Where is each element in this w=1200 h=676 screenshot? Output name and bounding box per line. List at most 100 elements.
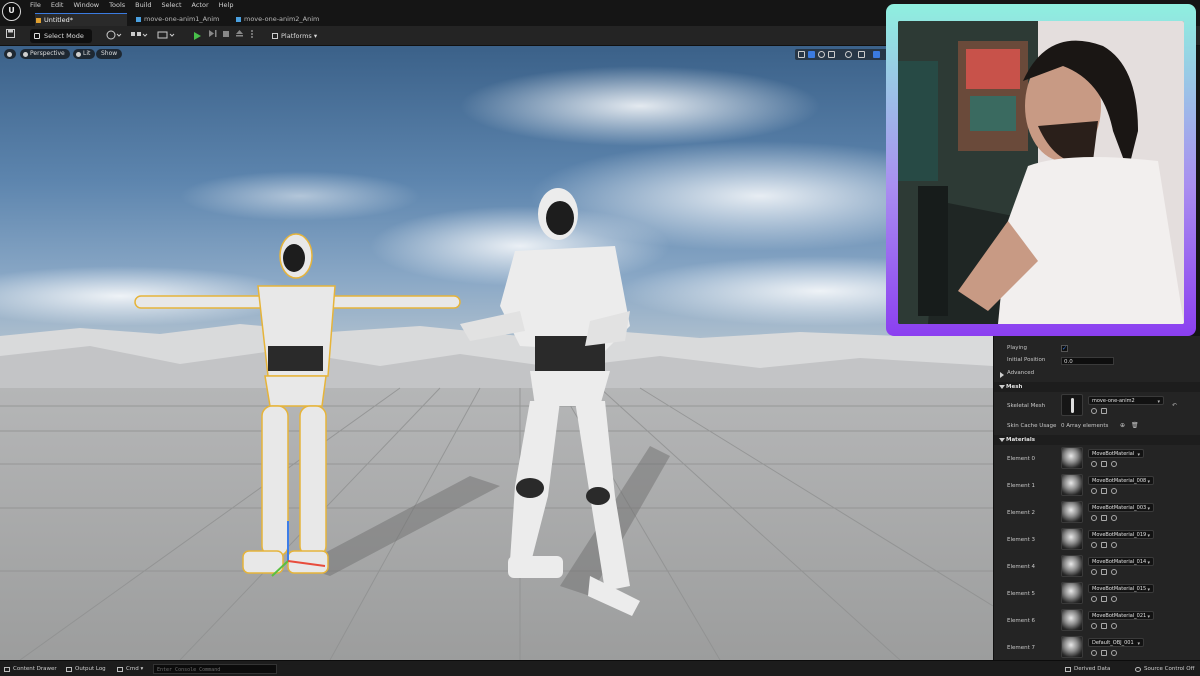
advanced-row[interactable]: Advanced [994, 370, 1200, 379]
viewport-menu-button[interactable] [4, 49, 16, 59]
play-button[interactable] [194, 32, 201, 40]
texture-icon[interactable] [1111, 461, 1117, 467]
stop-button[interactable] [222, 29, 230, 43]
browse-asset-icon[interactable] [1091, 461, 1097, 467]
output-log-button[interactable]: Output Log [66, 664, 106, 674]
menu-help[interactable]: Help [219, 1, 234, 9]
material-dropdown[interactable]: MoveBotMaterial_014 ▾ [1088, 557, 1154, 566]
trash-icon[interactable]: 🗑 [1131, 422, 1139, 429]
texture-icon[interactable] [1111, 596, 1117, 602]
save-icon[interactable] [6, 29, 16, 43]
show-button[interactable]: Show [96, 49, 123, 59]
texture-icon[interactable] [1111, 542, 1117, 548]
folder-icon[interactable] [1101, 569, 1107, 575]
tab-anim1[interactable]: move-one-anim1_Anim [135, 13, 227, 26]
materials-section-header[interactable]: Materials [994, 435, 1200, 445]
status-bar: Content Drawer Output Log Cmd ▾ Enter Co… [0, 660, 1200, 676]
material-thumbnail[interactable] [1061, 582, 1083, 604]
material-dropdown[interactable]: MoveBotMaterial_019 ▾ [1088, 530, 1154, 539]
browse-asset-icon[interactable] [1091, 596, 1097, 602]
playing-label: Playing [1007, 345, 1027, 351]
perspective-button[interactable]: Perspective [20, 49, 70, 59]
lit-button[interactable]: Lit [73, 49, 96, 59]
source-control-button[interactable]: Source Control Off [1135, 664, 1194, 674]
asset-actions [1091, 623, 1129, 630]
playing-checkbox[interactable]: ✓ [1061, 345, 1068, 352]
tab-anim2[interactable]: move-one-anim2_Anim [235, 13, 327, 26]
folder-icon[interactable] [1101, 542, 1107, 548]
select-tool-icon[interactable] [798, 51, 805, 58]
add-content-button[interactable] [106, 29, 124, 43]
menu-select[interactable]: Select [161, 1, 181, 9]
folder-icon[interactable] [1101, 408, 1107, 414]
translate-tool-icon[interactable] [808, 51, 815, 58]
material-thumbnail[interactable] [1061, 447, 1083, 469]
browse-asset-icon[interactable] [1091, 650, 1097, 656]
material-dropdown[interactable]: Default_OBJ_001 ▾ [1088, 638, 1144, 647]
menu-file[interactable]: File [30, 1, 41, 9]
browse-asset-icon[interactable] [1091, 408, 1097, 414]
folder-icon[interactable] [1101, 596, 1107, 602]
blueprint-button[interactable] [130, 29, 150, 43]
reset-icon[interactable]: ↶ [1172, 402, 1177, 409]
element-label: Element 6 [1007, 618, 1036, 624]
material-dropdown[interactable]: MoveBotMaterial_021 ▾ [1088, 611, 1154, 620]
grid-snap-icon[interactable] [873, 51, 880, 58]
menu-actor[interactable]: Actor [192, 1, 209, 9]
material-dropdown[interactable]: MoveBotMaterial_003 ▾ [1088, 503, 1154, 512]
material-thumbnail[interactable] [1061, 636, 1083, 658]
material-dropdown[interactable]: MoveBotMaterial_015 ▾ [1088, 584, 1154, 593]
skeletal-mesh-dropdown[interactable]: move-one-anim2 ▾ [1088, 396, 1164, 405]
initial-position-input[interactable]: 0.0 [1061, 357, 1114, 365]
browse-asset-icon[interactable] [1091, 623, 1097, 629]
more-options-icon[interactable] [250, 29, 254, 43]
mesh-section-header[interactable]: Mesh [994, 382, 1200, 392]
animation-icon [136, 17, 141, 22]
material-dropdown[interactable]: MoveBotMaterial ▾ [1088, 449, 1144, 458]
eject-button[interactable] [235, 29, 244, 43]
cinematics-button[interactable] [157, 29, 177, 43]
menu-build[interactable]: Build [135, 1, 151, 9]
cmd-dropdown[interactable]: Cmd ▾ [117, 664, 143, 674]
derived-data-button[interactable]: Derived Data [1065, 664, 1110, 674]
material-thumbnail[interactable] [1061, 609, 1083, 631]
texture-icon[interactable] [1111, 623, 1117, 629]
browse-asset-icon[interactable] [1091, 569, 1097, 575]
material-dropdown[interactable]: MoveBotMaterial_008 ▾ [1088, 476, 1154, 485]
step-button[interactable] [208, 29, 217, 43]
unreal-logo-icon[interactable]: U [2, 2, 21, 21]
folder-icon[interactable] [1101, 650, 1107, 656]
world-space-icon[interactable] [845, 51, 852, 58]
content-drawer-button[interactable]: Content Drawer [4, 664, 57, 674]
console-input[interactable]: Enter Console Command [153, 664, 277, 674]
texture-icon[interactable] [1111, 515, 1117, 521]
material-thumbnail[interactable] [1061, 528, 1083, 550]
browse-asset-icon[interactable] [1091, 515, 1097, 521]
texture-icon[interactable] [1111, 488, 1117, 494]
folder-icon[interactable] [1101, 461, 1107, 467]
menu-edit[interactable]: Edit [51, 1, 64, 9]
snap-surface-icon[interactable] [858, 51, 865, 58]
skeletal-mesh-thumbnail[interactable] [1061, 394, 1083, 416]
browse-asset-icon[interactable] [1091, 488, 1097, 494]
texture-icon[interactable] [1111, 569, 1117, 575]
menu-tools[interactable]: Tools [109, 1, 125, 9]
folder-icon[interactable] [1101, 623, 1107, 629]
rotate-tool-icon[interactable] [818, 51, 825, 58]
material-value: MoveBotMaterial_008 [1092, 478, 1147, 484]
menu-window[interactable]: Window [73, 1, 99, 9]
select-mode-dropdown[interactable]: Select Mode [30, 29, 92, 43]
level-viewport[interactable]: Perspective Lit Show [0, 46, 993, 660]
browse-asset-icon[interactable] [1091, 542, 1097, 548]
add-element-icon[interactable]: ⊕ [1120, 422, 1125, 429]
material-thumbnail[interactable] [1061, 555, 1083, 577]
material-thumbnail[interactable] [1061, 501, 1083, 523]
texture-icon[interactable] [1111, 650, 1117, 656]
advanced-label: Advanced [1007, 370, 1035, 376]
platforms-dropdown[interactable]: Platforms ▾ [272, 29, 317, 43]
material-thumbnail[interactable] [1061, 474, 1083, 496]
folder-icon[interactable] [1101, 488, 1107, 494]
folder-icon[interactable] [1101, 515, 1107, 521]
scale-tool-icon[interactable] [828, 51, 835, 58]
tab-untitled[interactable]: Untitled* [35, 13, 127, 26]
